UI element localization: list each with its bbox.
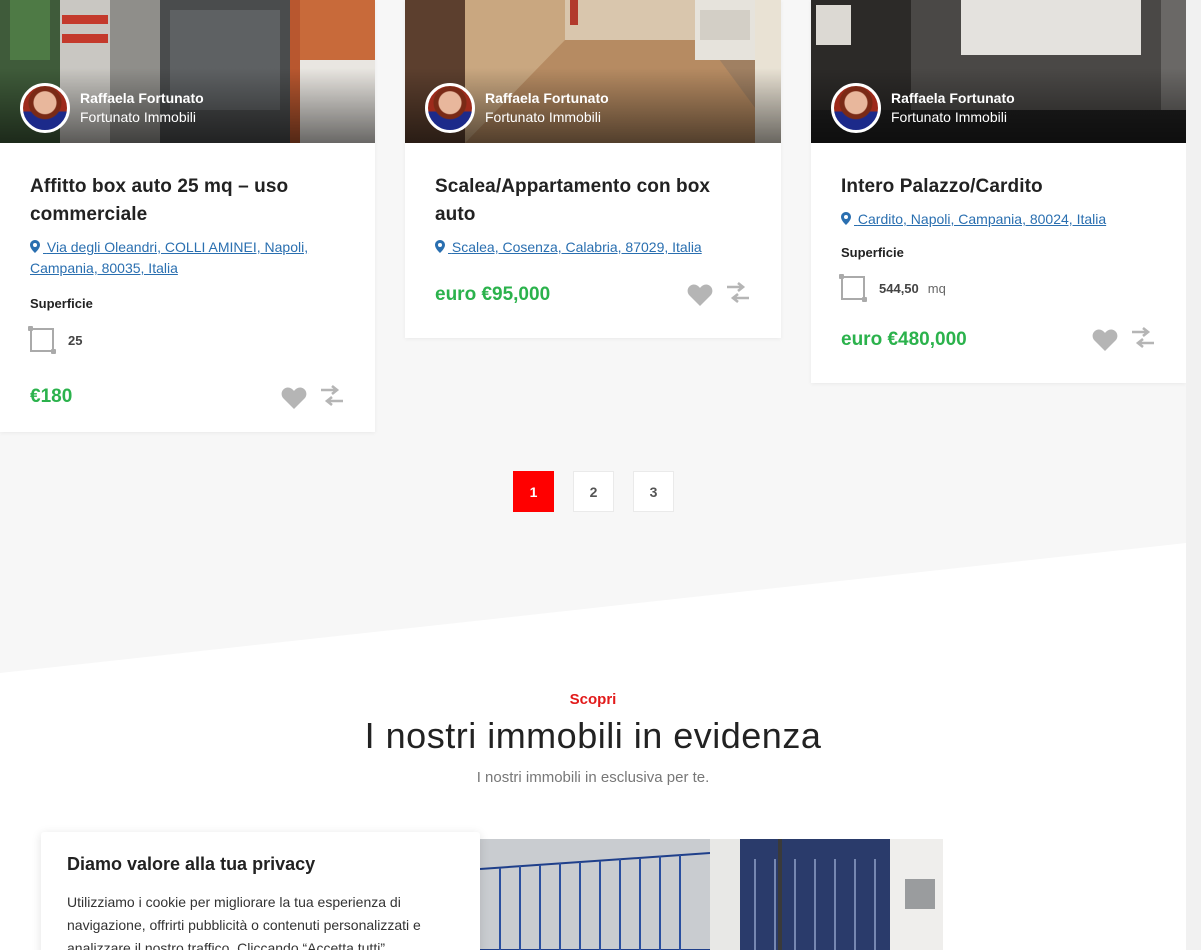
card-footer: euro €95,000 (435, 280, 751, 310)
agent-name[interactable]: Raffaela Fortunato (485, 89, 609, 108)
property-address-link[interactable]: Cardito, Napoli, Campania, 80024, Italia (841, 209, 1156, 230)
page-button-1[interactable]: 1 (513, 471, 554, 512)
agent-company: Fortunato Immobili (485, 109, 601, 125)
favorite-heart-icon[interactable] (1092, 328, 1118, 352)
privacy-cookie-banner: Diamo valore alla tua privacy Utilizziam… (41, 832, 480, 950)
area-feature: 544,50 mq (839, 274, 1156, 302)
property-address-link[interactable]: Scalea, Cosenza, Calabria, 87029, Italia (435, 237, 751, 258)
property-card-2[interactable]: Raffaela Fortunato Fortunato Immobili Sc… (405, 0, 781, 338)
area-icon (28, 326, 56, 354)
address-text[interactable]: Cardito, Napoli, Campania, 80024, Italia (858, 211, 1106, 227)
feature-label: Superficie (30, 296, 93, 311)
agent-name[interactable]: Raffaela Fortunato (80, 89, 204, 108)
page: Raffaela Fortunato Fortunato Immobili Af… (0, 0, 1201, 950)
address-text[interactable]: Via degli Oleandri, COLLI AMINEI, Napoli… (30, 239, 308, 276)
featured-property-image[interactable] (480, 839, 943, 950)
agent-info[interactable]: Raffaela Fortunato Fortunato Immobili (831, 83, 1015, 133)
agent-info[interactable]: Raffaela Fortunato Fortunato Immobili (20, 83, 204, 133)
property-card-1[interactable]: Raffaela Fortunato Fortunato Immobili Af… (0, 0, 375, 432)
area-value: 25 (68, 332, 83, 348)
section-title: I nostri immobili in evidenza (364, 715, 822, 756)
property-price: euro €95,000 (435, 284, 551, 305)
page-button-2[interactable]: 2 (573, 471, 614, 512)
property-title[interactable]: Intero Palazzo/Cardito (841, 173, 1156, 201)
agent-avatar[interactable] (831, 83, 881, 133)
card-footer: euro €480,000 (841, 325, 1156, 355)
scrollbar[interactable] (1186, 0, 1201, 950)
compare-arrows-icon[interactable] (725, 280, 751, 306)
agent-info[interactable]: Raffaela Fortunato Fortunato Immobili (425, 83, 609, 133)
favorite-heart-icon[interactable] (687, 283, 713, 307)
agent-name[interactable]: Raffaela Fortunato (891, 89, 1015, 108)
map-pin-icon (435, 240, 445, 253)
compare-arrows-icon[interactable] (319, 383, 345, 409)
area-icon (839, 274, 867, 302)
agent-company: Fortunato Immobili (80, 109, 196, 125)
agent-avatar[interactable] (425, 83, 475, 133)
property-title[interactable]: Affitto box auto 25 mq – uso commerciale (30, 173, 345, 229)
compare-arrows-icon[interactable] (1130, 325, 1156, 351)
favorite-heart-icon[interactable] (281, 386, 307, 410)
property-address-link[interactable]: Via degli Oleandri, COLLI AMINEI, Napoli… (30, 237, 345, 279)
agent-company: Fortunato Immobili (891, 109, 1007, 125)
card-footer: €180 (30, 382, 345, 412)
map-pin-icon (841, 212, 851, 225)
property-title[interactable]: Scalea/Appartamento con box auto (435, 173, 751, 229)
map-pin-icon (30, 240, 40, 253)
area-unit: mq (927, 280, 946, 296)
pagination: 1 2 3 (513, 471, 674, 512)
section-kicker: Scopri (569, 691, 617, 708)
property-price: €180 (30, 386, 73, 407)
privacy-title: Diamo valore alla tua privacy (67, 854, 316, 874)
property-image[interactable]: Raffaela Fortunato Fortunato Immobili (0, 0, 375, 143)
property-card-3[interactable]: Raffaela Fortunato Fortunato Immobili In… (811, 0, 1186, 383)
address-text[interactable]: Scalea, Cosenza, Calabria, 87029, Italia (452, 239, 702, 255)
privacy-text: Utilizziamo i cookie per migliorare la t… (67, 894, 421, 950)
property-image[interactable]: Raffaela Fortunato Fortunato Immobili (811, 0, 1186, 143)
agent-avatar[interactable] (20, 83, 70, 133)
section-subtitle: I nostri immobili in esclusiva per te. (476, 769, 710, 786)
featured-property-photo (480, 839, 943, 950)
area-value: 544,50 (879, 280, 919, 296)
area-feature: 25 (28, 326, 345, 354)
feature-label: Superficie (841, 245, 904, 260)
property-price: euro €480,000 (841, 329, 967, 350)
property-image[interactable]: Raffaela Fortunato Fortunato Immobili (405, 0, 781, 143)
page-button-3[interactable]: 3 (633, 471, 674, 512)
